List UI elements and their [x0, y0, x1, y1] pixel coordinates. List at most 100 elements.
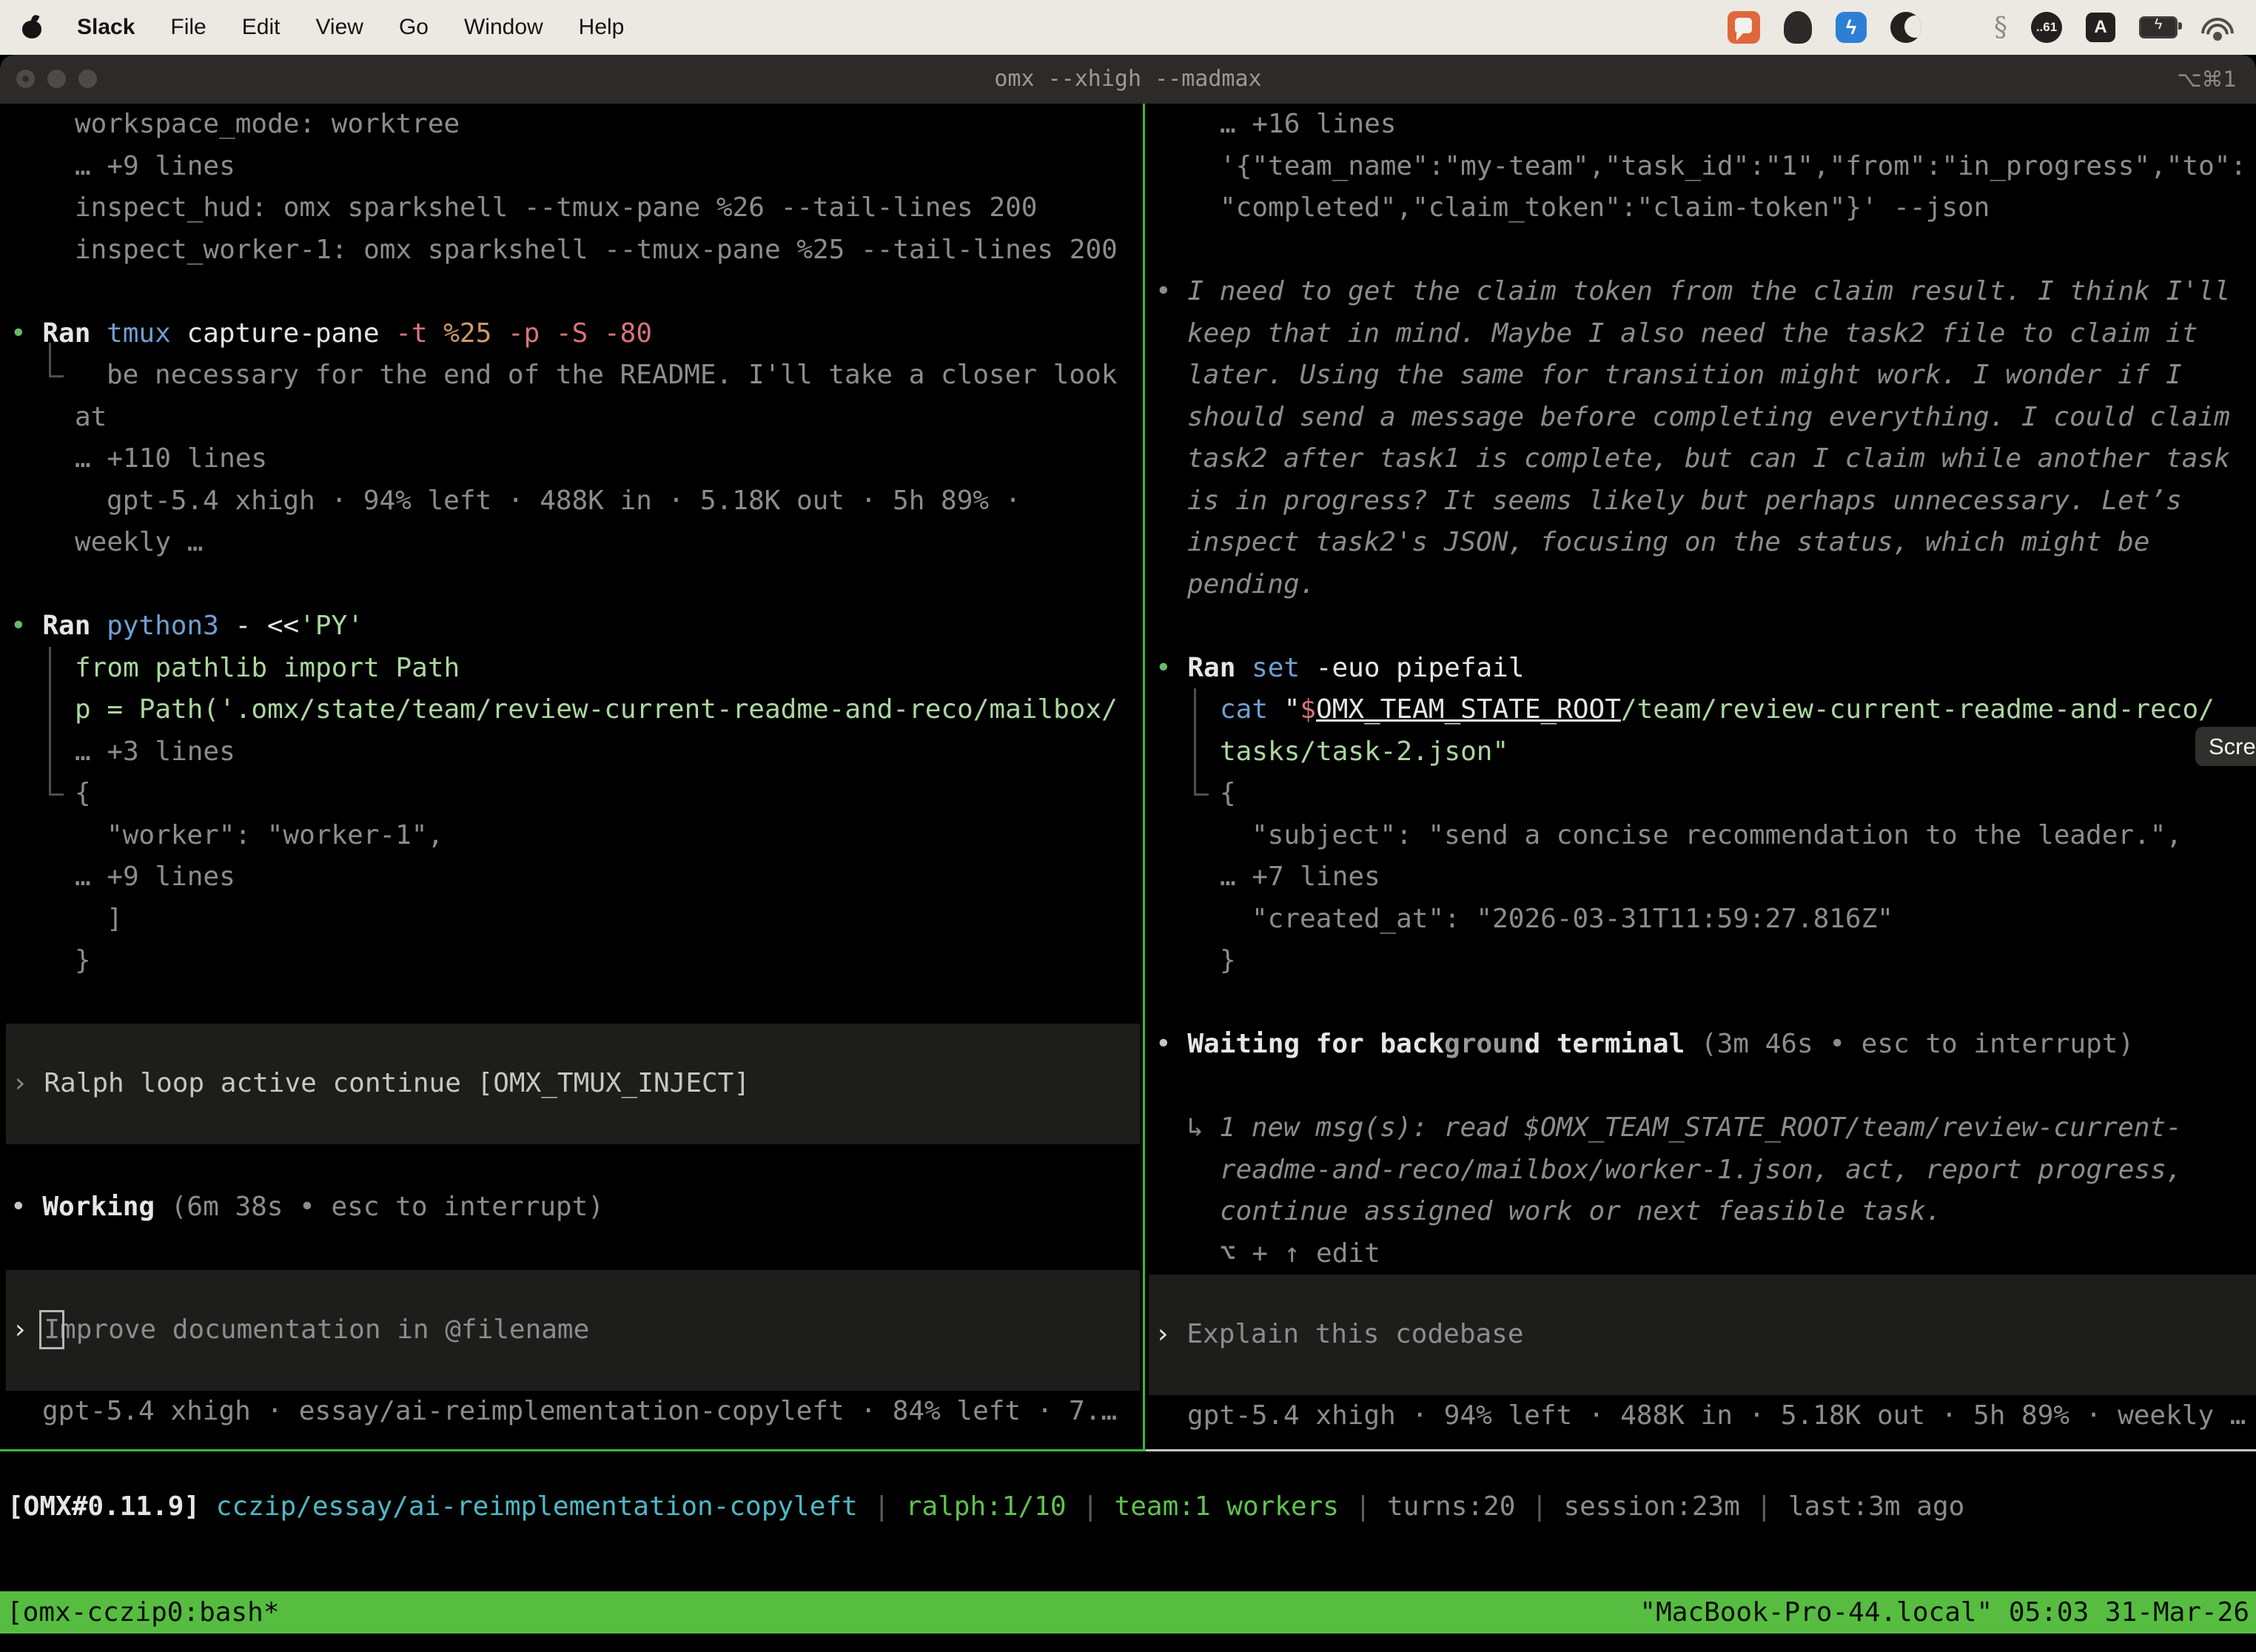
text-segment: •: [10, 611, 42, 641]
text-segment: keep that in mind. Maybe I also need the…: [1187, 318, 2198, 349]
terminal-line: gpt-5.4 xhigh · essay/ai-reimplementatio…: [10, 1391, 1143, 1433]
apple-menu-icon[interactable]: [22, 16, 41, 38]
text-segment: Explain this codebase: [1186, 1319, 1523, 1349]
text-segment: … +7 lines: [1220, 862, 1380, 892]
text-segment: ↳: [1187, 1112, 1219, 1143]
text-segment: •: [10, 318, 42, 349]
terminal-line: … +7 lines: [1155, 856, 2256, 899]
terminal-line: }: [10, 940, 1143, 982]
shield-grid-icon[interactable]: [1784, 11, 1812, 44]
text-segment: Ran: [1187, 653, 1252, 683]
menu-item-edit[interactable]: Edit: [242, 15, 281, 40]
terminal-line: '{"team_name":"my-team","task_id":"1","f…: [1155, 146, 2256, 188]
terminal-line: continue assigned work or next feasible …: [1155, 1191, 2256, 1233]
battery-icon[interactable]: ϟ: [2139, 16, 2178, 38]
text-segment: /team/review-current-readme-and-reco/: [1621, 694, 2215, 725]
text-segment: Ralph loop active continue [OMX_TMUX_INJ…: [44, 1068, 750, 1098]
terminal-line: later. Using the same for transition mig…: [1155, 355, 2256, 397]
terminal-content: workspace_mode: worktree… +9 linesinspec…: [0, 104, 2256, 1652]
text-segment: <<: [267, 611, 299, 641]
text-segment: inspect_worker-1: omx sparkshell --tmux-…: [75, 235, 1118, 265]
terminal-line: ⌥ + ↑ edit: [1155, 1233, 2256, 1275]
text-segment: be necessary for the end of the README. …: [107, 360, 1117, 390]
wifi-icon[interactable]: [2201, 15, 2234, 40]
text-segment: {: [1220, 778, 1236, 808]
terminal-line: {: [1155, 773, 2256, 815]
text-segment: readme-and-reco/mailbox/worker-1.json, a…: [1220, 1155, 2182, 1185]
crescent-app-icon[interactable]: [1890, 12, 1921, 43]
menu-item-go[interactable]: Go: [399, 15, 429, 40]
text-segment: gpt-5.4 xhigh · 94% left · 488K in · 5.1…: [107, 486, 1021, 516]
blank-line: [1155, 1066, 2256, 1108]
text-segment: continue assigned work or next feasible …: [1220, 1196, 1941, 1226]
text-segment: 1 new msg(s): read $OMX_TEAM_STATE_ROOT/…: [1219, 1112, 2181, 1143]
terminal-line: keep that in mind. Maybe I also need the…: [1155, 313, 2256, 355]
prompt-box-text: › Explain this codebase: [1155, 1314, 1524, 1356]
text-segment: ": [1284, 694, 1300, 725]
prompt-box[interactable]: › Explain this codebase: [1149, 1275, 2256, 1395]
countdown-badge-icon[interactable]: ..61: [2031, 12, 2062, 43]
terminal-line: ↳ 1 new msg(s): read $OMX_TEAM_STATE_ROO…: [1155, 1107, 2256, 1149]
text-segment: inspect_hud: omx sparkshell --tmux-pane …: [75, 192, 1037, 223]
text-segment: |: [1339, 1491, 1387, 1522]
output-corner-icon: [49, 343, 64, 377]
terminal-line: • Waiting for background terminal (3m 46…: [1155, 1024, 2256, 1066]
tmux-pane-right[interactable]: … +16 lines'{"team_name":"my-team","task…: [1145, 104, 2256, 1449]
blue-bolt-badge-icon[interactable]: ϟ: [1836, 12, 1867, 43]
active-pane-border: [0, 1449, 1146, 1451]
text-segment: •: [1155, 1029, 1187, 1059]
text-segment: -t: [395, 318, 443, 349]
menu-item-window[interactable]: Window: [464, 15, 543, 40]
text-segment: -: [235, 611, 266, 641]
text-segment: task2 after task1 is complete, but can I…: [1187, 443, 2230, 474]
macos-menu-bar: Slack FileEditViewGoWindowHelp ϟ § ..61 …: [0, 0, 2256, 55]
terminal-line: from pathlib import Path: [10, 648, 1143, 690]
terminal-line: {: [10, 773, 1143, 815]
prompt-box[interactable]: › Ralph loop active continue [OMX_TMUX_I…: [6, 1024, 1140, 1144]
tmux-pane-left[interactable]: workspace_mode: worktree… +9 linesinspec…: [0, 104, 1143, 1449]
prompt-box[interactable]: › Improve documentation in @filename: [6, 1270, 1140, 1391]
text-segment: … +9 lines: [75, 151, 235, 181]
text-segment: 'PY': [299, 611, 363, 641]
window-shortcut-hint: ⌥⌘1: [2177, 55, 2237, 104]
text-segment: }: [75, 945, 91, 976]
text-segment: last:3m ago: [1788, 1491, 1964, 1522]
text-segment: d terminal: [1525, 1029, 1701, 1059]
terminal-line: • Ran tmux capture-pane -t %25 -p -S -80: [10, 313, 1143, 355]
terminal-line: … +9 lines: [10, 856, 1143, 899]
active-app-menu[interactable]: Slack: [77, 15, 135, 40]
menu-item-view[interactable]: View: [315, 15, 363, 40]
text-segment: … +110 lines: [75, 443, 267, 474]
prompt-box-text: › Improve documentation in @filename: [12, 1309, 589, 1352]
text-segment: '{"team_name":"my-team","task_id":"1","f…: [1220, 151, 2246, 181]
blank-line: [1155, 982, 2256, 1024]
terminal-line: be necessary for the end of the README. …: [10, 355, 1143, 397]
menu-item-file[interactable]: File: [170, 15, 206, 40]
text-segment: team:1 workers: [1115, 1491, 1339, 1522]
blank-line: [10, 982, 1143, 1024]
menu-item-help[interactable]: Help: [579, 15, 625, 40]
text-segment: •: [10, 1192, 42, 1222]
chat-app-icon[interactable]: [1728, 11, 1760, 44]
terminal-line: inspect task2's JSON, focusing on the st…: [1155, 522, 2256, 564]
text-segment: python3: [107, 611, 235, 641]
terminal-line: weekly …: [10, 522, 1143, 564]
a-key-icon[interactable]: A: [2086, 13, 2115, 42]
text-segment: later. Using the same for transition mig…: [1187, 360, 2182, 390]
squiggle-icon[interactable]: §: [1994, 13, 2007, 43]
text-segment: capture-pane: [187, 318, 395, 349]
text-segment: ralph:1/10: [906, 1491, 1067, 1522]
window-title-bar[interactable]: omx --xhigh --madmax ⌥⌘1: [0, 55, 2256, 104]
output-corner-icon: [1194, 761, 1209, 796]
code-block-bar-icon: [1194, 688, 1196, 731]
text-segment: •: [1155, 653, 1187, 683]
dots-grid-icon[interactable]: [1945, 15, 1970, 40]
text-segment: |: [858, 1491, 906, 1522]
text-segment: ⌥ + ↑ edit: [1220, 1238, 1380, 1269]
text-segment: … +3 lines: [75, 736, 235, 767]
text-segment: -S: [556, 318, 604, 349]
terminal-line: "worker": "worker-1",: [10, 815, 1143, 857]
text-segment: (6m 38s • esc to interrupt): [171, 1192, 604, 1222]
text-segment: pending.: [1187, 569, 1315, 600]
blank-line: [10, 271, 1143, 313]
